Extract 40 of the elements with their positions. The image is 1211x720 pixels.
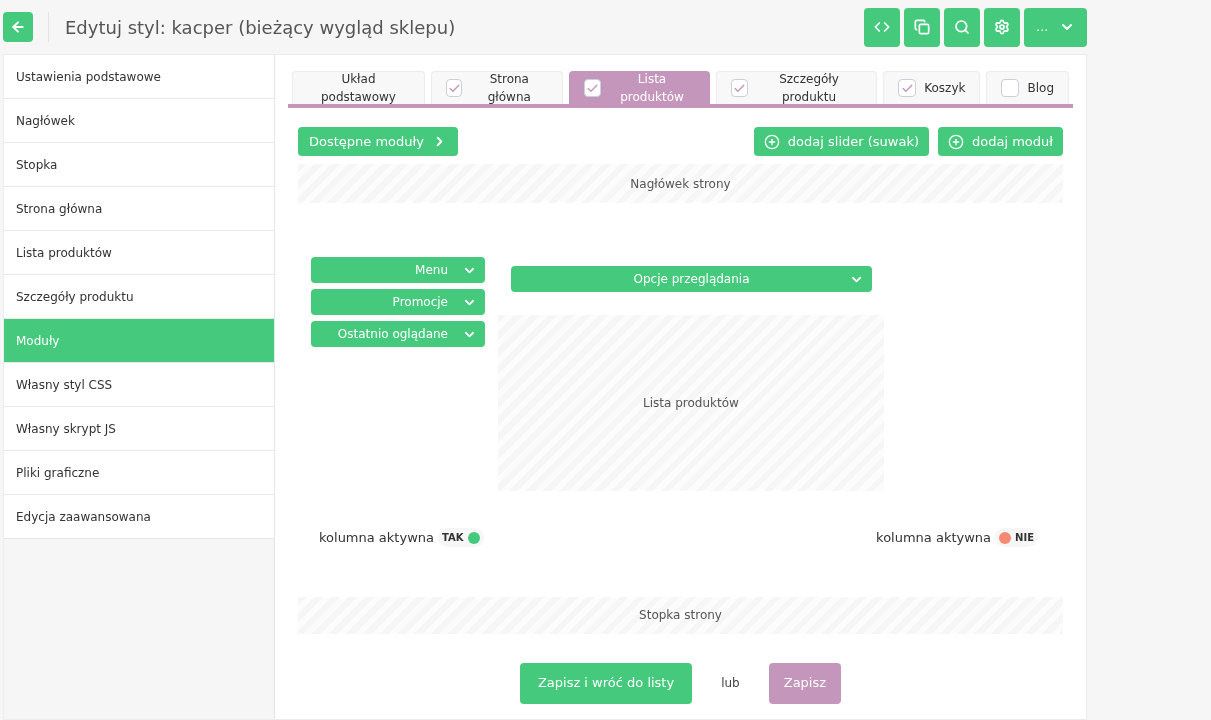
sidebar-item[interactable]: Własny styl CSS <box>4 363 274 407</box>
plus-circle-icon <box>948 133 964 150</box>
footer-area: Stopka strony <box>298 596 1063 634</box>
header-area: Nagłówek strony <box>298 164 1063 203</box>
settings-icon <box>994 19 1010 35</box>
tab[interactable]: Koszyk <box>883 71 981 104</box>
sidebar-item[interactable]: Własny skrypt JS <box>4 407 274 451</box>
tab-checkbox[interactable] <box>731 79 748 97</box>
column-active-label: kolumna aktywna <box>876 529 992 547</box>
back-button[interactable] <box>3 12 33 42</box>
search-icon <box>954 19 970 35</box>
copy-icon <box>914 19 930 35</box>
sidebar-item[interactable]: Stopka <box>4 143 274 187</box>
tab-checkbox[interactable] <box>445 79 463 97</box>
sidebar-item[interactable]: Strona główna <box>4 187 274 231</box>
column-active-label: kolumna aktywna <box>319 529 434 547</box>
column-toggle[interactable]: NIE <box>995 528 1038 548</box>
sidebar-item[interactable]: Ustawienia podstawowe <box>4 55 274 99</box>
column-toggle[interactable]: TAK <box>438 528 484 548</box>
sidebar-item[interactable]: Pliki graficzne <box>4 451 274 495</box>
tab-checkbox[interactable] <box>898 79 917 97</box>
tab-checkbox[interactable] <box>584 79 601 97</box>
sidebar-item[interactable]: Lista produktów <box>4 231 274 275</box>
tab[interactable]: Strona główna <box>430 71 564 104</box>
sidebar-item[interactable]: Nagłówek <box>4 99 274 143</box>
copy-button[interactable] <box>904 7 940 47</box>
code-icon <box>874 19 890 35</box>
plus-circle-icon <box>763 133 780 150</box>
tab[interactable]: Blog <box>986 71 1069 104</box>
tab[interactable]: Szczegóły produktu <box>716 71 878 104</box>
tab-checkbox[interactable] <box>1001 79 1020 97</box>
sidebar-item[interactable]: Edycja zaawansowana <box>4 495 274 539</box>
product-list-area: Lista produktów <box>498 315 884 491</box>
sidebar-item[interactable]: Szczegóły produktu <box>4 275 274 319</box>
or-text: lub <box>721 675 740 692</box>
page-title: Edytuj styl: kacper (bieżący wygląd sklepu) <box>65 15 456 40</box>
code-button[interactable] <box>864 7 900 47</box>
settings-button[interactable] <box>984 7 1020 47</box>
tab[interactable]: Układ podstawowy <box>292 71 425 104</box>
search-button[interactable] <box>944 7 980 47</box>
